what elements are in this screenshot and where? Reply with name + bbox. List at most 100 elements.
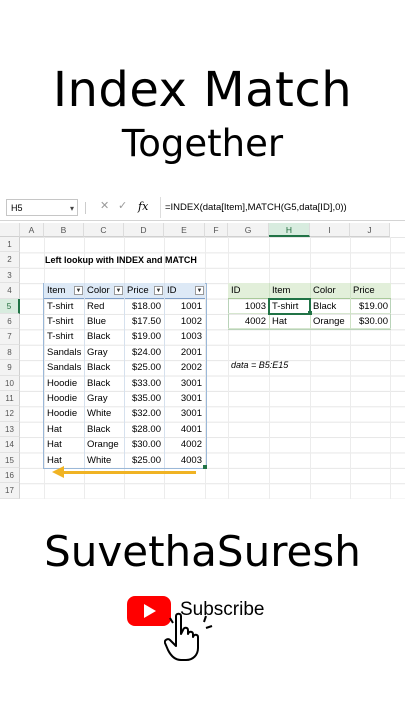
select-all-corner[interactable] [0,223,20,237]
filter-dropdown-icon[interactable]: ▼ [74,286,83,296]
name-box[interactable]: H5 ▾ [6,199,78,216]
row-header-10[interactable]: 10 [0,375,20,391]
table-cell[interactable]: Sandals [44,360,84,375]
table-cell[interactable]: Red [84,299,124,314]
table-cell[interactable]: $30.00 [124,437,164,452]
lookup-cell[interactable]: Orange [310,314,350,330]
table-cell[interactable]: Hat [44,437,84,452]
lookup-header-cell[interactable]: Price [350,283,391,299]
table-cell[interactable]: Black [84,376,124,391]
row-header-9[interactable]: 9 [0,360,20,376]
table-cell[interactable]: Blue [84,314,124,329]
row-header-13[interactable]: 13 [0,421,20,438]
lookup-cell[interactable]: Black [310,299,350,314]
table-cell[interactable]: $25.00 [124,453,164,468]
row-header-1[interactable]: 1 [0,237,20,253]
row-header-6[interactable]: 6 [0,314,20,330]
table-cell[interactable]: Black [84,329,124,344]
table-cell[interactable]: 4001 [164,422,205,437]
table-cell[interactable]: $25.00 [124,360,164,375]
row-header-7[interactable]: 7 [0,329,20,345]
lookup-cell[interactable]: Hat [269,314,310,330]
table-cell[interactable]: Hoodie [44,406,84,421]
table-cell[interactable]: White [84,406,124,421]
row-header-4[interactable]: 4 [0,283,20,299]
row-header-12[interactable]: 12 [0,406,20,422]
row-header-8[interactable]: 8 [0,344,20,361]
row-header-16[interactable]: 16 [0,468,20,484]
table-cell[interactable]: $19.00 [124,329,164,344]
insert-function-icon[interactable]: fx [138,200,148,213]
column-header-e[interactable]: E [164,223,205,237]
row-header-2[interactable]: 2 [0,252,20,268]
table-header-cell[interactable]: Price ▼ [124,283,164,299]
table-cell[interactable]: 4003 [164,453,205,468]
column-header-d[interactable]: D [124,223,164,237]
table-cell[interactable]: 2002 [164,360,205,375]
filter-dropdown-icon[interactable]: ▼ [154,286,163,296]
lookup-cell[interactable]: $19.00 [350,299,391,314]
table-cell[interactable]: $24.00 [124,345,164,360]
table-cell[interactable]: Sandals [44,345,84,360]
table-cell[interactable]: Gray [84,391,124,406]
fill-handle[interactable] [308,311,312,315]
chevron-down-icon[interactable]: ▾ [70,200,74,217]
table-cell[interactable]: $28.00 [124,422,164,437]
column-header-g[interactable]: G [228,223,269,237]
table-cell[interactable]: 3001 [164,391,205,406]
table-cell[interactable]: 1001 [164,299,205,314]
lookup-cell[interactable]: 4002 [228,314,269,330]
table-cell[interactable]: White [84,453,124,468]
table-cell[interactable]: $35.00 [124,391,164,406]
table-resize-handle[interactable] [203,465,207,469]
column-header-j[interactable]: J [350,223,390,237]
filter-dropdown-icon[interactable]: ▼ [114,286,123,296]
table-cell[interactable]: T-shirt [44,299,84,314]
table-cell[interactable]: Hoodie [44,376,84,391]
lookup-header-cell[interactable]: Color [310,283,350,299]
column-header-a[interactable]: A [20,223,44,237]
row-header-15[interactable]: 15 [0,452,20,468]
table-cell[interactable]: $33.00 [124,376,164,391]
table-cell[interactable]: Hat [44,453,84,468]
filter-dropdown-icon[interactable]: ▼ [195,286,204,296]
table-cell[interactable]: 3001 [164,376,205,391]
table-cell[interactable]: T-shirt [44,329,84,344]
lookup-header-cell[interactable]: ID [228,283,269,299]
row-header-17[interactable]: 17 [0,483,20,499]
cancel-icon[interactable]: ✕ [100,199,109,212]
table-cell[interactable]: T-shirt [44,314,84,329]
row-header-3[interactable]: 3 [0,267,20,284]
column-header-b[interactable]: B [44,223,84,237]
lookup-header-cell[interactable]: Item [269,283,310,299]
table-cell[interactable]: 2001 [164,345,205,360]
table-cell[interactable]: 4002 [164,437,205,452]
table-cell[interactable]: 1003 [164,329,205,344]
table-header-cell[interactable]: ID ▼ [164,283,205,299]
table-header-cell[interactable]: Color ▼ [84,283,124,299]
row-header-14[interactable]: 14 [0,437,20,453]
table-cell[interactable]: $17.50 [124,314,164,329]
table-cell[interactable]: Hat [44,422,84,437]
enter-icon[interactable]: ✓ [118,199,127,212]
table-cell[interactable]: Orange [84,437,124,452]
table-header-cell[interactable]: Item ▼ [44,283,84,299]
column-header-c[interactable]: C [84,223,124,237]
active-cell-highlight[interactable] [268,297,311,315]
table-cell[interactable]: $18.00 [124,299,164,314]
column-header-i[interactable]: I [310,223,350,237]
row-header-5[interactable]: 5 [0,298,20,314]
table-cell[interactable]: Hoodie [44,391,84,406]
lookup-cell[interactable]: $30.00 [350,314,391,330]
table-cell[interactable]: Gray [84,345,124,360]
table-cell[interactable]: 3001 [164,406,205,421]
column-header-h[interactable]: H [269,223,310,237]
lookup-cell[interactable]: 1003 [228,299,269,314]
table-cell[interactable]: 1002 [164,314,205,329]
row-header-11[interactable]: 11 [0,391,20,407]
formula-input[interactable]: =INDEX(data[Item],MATCH(G5,data[ID],0)) [160,197,400,218]
table-cell[interactable]: $32.00 [124,406,164,421]
table-cell[interactable]: Black [84,422,124,437]
column-header-f[interactable]: F [205,223,228,237]
table-cell[interactable]: Black [84,360,124,375]
